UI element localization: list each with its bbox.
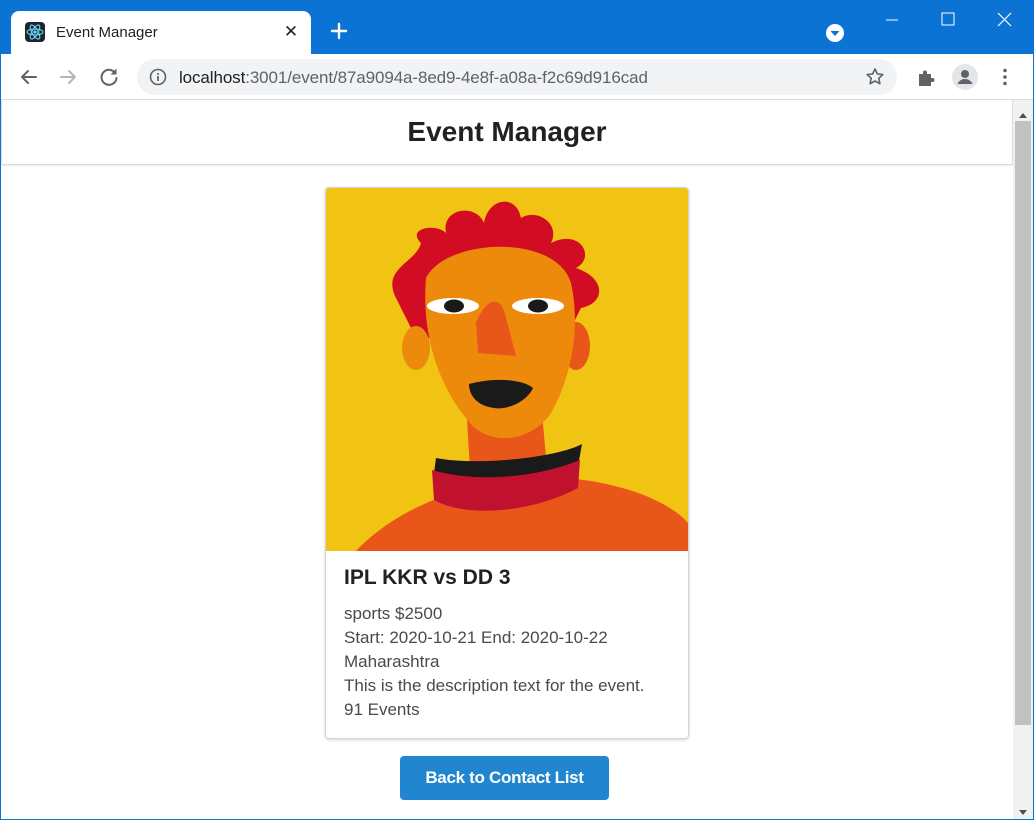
- reload-icon[interactable]: [94, 62, 124, 92]
- browser-tab[interactable]: Event Manager ✕: [11, 11, 311, 54]
- react-atom-icon: [25, 22, 45, 42]
- maximize-icon[interactable]: [920, 0, 976, 40]
- tab-title: Event Manager: [56, 24, 158, 41]
- events-count: 91 Events: [344, 700, 420, 719]
- arrow-right-icon[interactable]: [53, 62, 83, 92]
- window-close-icon[interactable]: [977, 0, 1033, 40]
- scroll-down-icon[interactable]: [1017, 804, 1029, 815]
- event-category-price: sports $2500: [344, 604, 443, 623]
- star-icon[interactable]: [864, 66, 886, 88]
- arrow-left-icon[interactable]: [14, 62, 44, 92]
- address-bar[interactable]: localhost:3001/event/87a9094a-8ed9-4e8f-…: [137, 59, 897, 95]
- puzzle-icon[interactable]: [911, 62, 941, 92]
- event-image: [326, 188, 688, 551]
- minimize-icon[interactable]: [864, 0, 920, 40]
- page-scrollbar[interactable]: [1013, 100, 1033, 819]
- url-path: :3001/event/87a9094a-8ed9-4e8f-a08a-f2c6…: [245, 68, 648, 87]
- event-card: IPL KKR vs DD 3 sports $2500 Start: 2020…: [325, 187, 689, 739]
- kebab-menu-icon[interactable]: [990, 62, 1020, 92]
- info-icon[interactable]: [149, 68, 167, 86]
- scrollbar-thumb[interactable]: [1015, 121, 1031, 725]
- event-location: Maharashtra: [344, 652, 440, 671]
- url-text[interactable]: localhost:3001/event/87a9094a-8ed9-4e8f-…: [179, 68, 648, 88]
- event-dates: Start: 2020-10-21 End: 2020-10-22: [344, 628, 608, 647]
- app-header: Event Manager: [1, 100, 1013, 165]
- person-icon[interactable]: [950, 62, 980, 92]
- plus-icon[interactable]: [322, 16, 356, 46]
- back-to-contact-list-button[interactable]: Back to Contact List: [400, 756, 609, 800]
- browser-titlebar: Event Manager ✕: [0, 0, 1034, 54]
- browser-toolbar: localhost:3001/event/87a9094a-8ed9-4e8f-…: [0, 54, 1034, 100]
- page-viewport: Event Manager IPL KKR vs DD 3 sports $25…: [1, 100, 1013, 819]
- tab-close-icon[interactable]: ✕: [281, 20, 301, 44]
- event-name: IPL KKR vs DD 3: [344, 566, 511, 589]
- page-title: Event Manager: [407, 116, 607, 147]
- event-card-content: IPL KKR vs DD 3 sports $2500 Start: 2020…: [344, 566, 674, 722]
- scroll-up-icon[interactable]: [1017, 106, 1029, 118]
- event-description: This is the description text for the eve…: [344, 676, 645, 695]
- tab-search-icon[interactable]: [824, 22, 846, 44]
- url-host: localhost: [179, 68, 246, 87]
